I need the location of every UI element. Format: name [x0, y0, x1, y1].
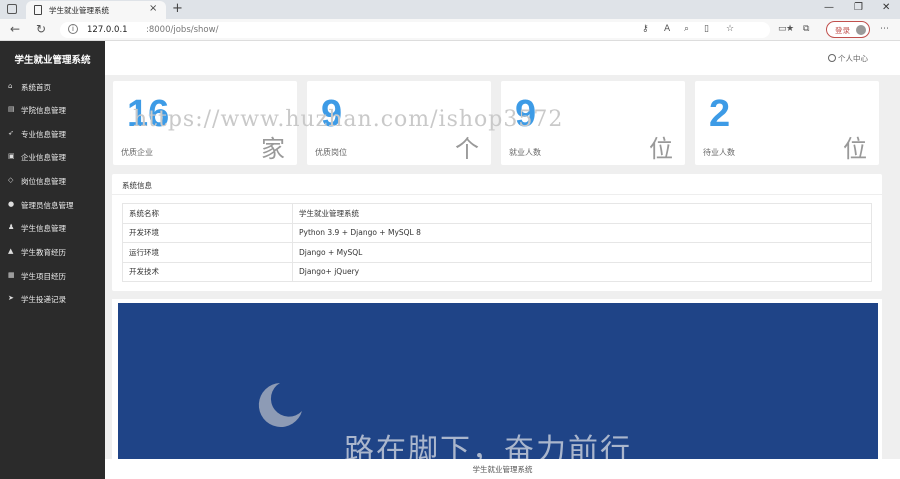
sidebar-item-student[interactable]: ♟ 学生信息管理 — [0, 217, 105, 239]
browser-tab-bar: 学生就业管理系统 × + — ❐ ✕ — [0, 0, 900, 19]
send-icon: ➤ — [8, 294, 14, 302]
divider — [112, 194, 882, 195]
read-aloud-icon[interactable]: A — [664, 24, 670, 34]
stat-label: 待业人数 — [703, 148, 735, 157]
user-icon: ● — [8, 200, 15, 208]
key-icon[interactable]: ⚷ — [642, 24, 649, 34]
banner-image: 路在脚下，奋力前行 — [118, 303, 878, 459]
stat-label: 优质岗位 — [315, 148, 347, 157]
top-header: 个人中心 — [105, 41, 900, 75]
watermark-text: https://www.huzhan.com/ishop3572 — [133, 107, 564, 132]
profile-avatar-icon — [856, 25, 866, 35]
footer-text: 学生就业管理系统 — [472, 465, 533, 474]
sidebar-item-company[interactable]: ▣ 企业信息管理 — [0, 146, 105, 168]
tab-close-icon[interactable]: × — [149, 3, 157, 14]
reader-icon[interactable]: ▯ — [704, 24, 709, 34]
system-info-panel: 系统信息 系统名称 学生就业管理系统 开发环境 Python 3.9 + Dja… — [112, 174, 882, 291]
maximize-icon[interactable]: ❐ — [854, 2, 863, 13]
banner-container: 路在脚下，奋力前行 — [112, 299, 882, 459]
sidebar-item-label: 学院信息管理 — [21, 106, 66, 115]
footer: 学生就业管理系统 — [105, 459, 900, 479]
site-info-icon[interactable]: i — [68, 24, 78, 34]
sidebar-item-label: 学生信息管理 — [21, 224, 66, 233]
user-center-link[interactable]: 个人中心 — [828, 53, 868, 64]
app-brand: 学生就业管理系统 — [14, 55, 91, 66]
sidebar-item-college[interactable]: ▤ 学院信息管理 — [0, 99, 105, 121]
stat-value: 2 — [709, 93, 731, 135]
table-cell-value: 学生就业管理系统 — [292, 203, 872, 224]
favorites-icon[interactable]: ★ — [786, 24, 794, 34]
minimize-icon[interactable]: — — [824, 2, 834, 13]
table-row: 系统名称 学生就业管理系统 — [122, 203, 872, 224]
stat-unit: 位 — [843, 135, 867, 163]
url-path: :8000/jobs/show/ — [146, 25, 219, 35]
table-cell-key: 开发环境 — [122, 222, 293, 243]
moon-icon — [258, 383, 302, 427]
table-cell-key: 开发技术 — [122, 261, 293, 282]
table-row: 运行环境 Django + MySQL — [122, 242, 872, 263]
table-cell-key: 运行环境 — [122, 242, 293, 263]
table-cell-value: Django + MySQL — [292, 242, 872, 263]
page-favicon-icon — [34, 5, 42, 15]
stat-unit: 个 — [455, 135, 479, 163]
sidebar-item-label: 系统首页 — [21, 83, 51, 92]
section-title: 系统信息 — [122, 181, 152, 190]
window-menu-icon[interactable] — [7, 4, 17, 14]
main-content: 个人中心 16 优质企业 家 9 优质岗位 个 9 就业人数 位 2 待业人数 … — [105, 41, 900, 479]
sidebar-item-label: 专业信息管理 — [21, 130, 66, 139]
sidebar-item-home[interactable]: ⌂ 系统首页 — [0, 76, 105, 98]
tab-title: 学生就业管理系统 — [49, 6, 109, 15]
diamond-icon: ◇ — [8, 176, 14, 184]
back-icon[interactable]: ← — [10, 22, 20, 36]
browser-tab[interactable]: 学生就业管理系统 × — [26, 1, 166, 19]
stat-unit: 家 — [261, 135, 285, 163]
sidebar-item-label: 学生投递记录 — [21, 295, 66, 304]
address-bar: ← ↻ i 127.0.0.1 :8000/jobs/show/ ⚷ A ⌕ ▯… — [0, 19, 900, 41]
table-cell-value: Python 3.9 + Django + MySQL 8 — [292, 222, 872, 243]
users-icon: ♟ — [8, 223, 15, 231]
url-host: 127.0.0.1 — [87, 25, 128, 35]
table-cell-value: Django+ jQuery — [292, 261, 872, 282]
refresh-icon[interactable]: ↻ — [36, 22, 46, 36]
card-icon: ▣ — [8, 152, 15, 160]
sidebar-item-position[interactable]: ◇ 岗位信息管理 — [0, 170, 105, 192]
sidebar-item-major[interactable]: ➶ 专业信息管理 — [0, 123, 105, 145]
table-cell-key: 系统名称 — [122, 203, 293, 224]
sidebar-item-project[interactable]: ▦ 学生项目经历 — [0, 265, 105, 287]
sidebar-item-label: 学生教育经历 — [21, 248, 66, 257]
sidebar-item-label: 管理员信息管理 — [21, 201, 74, 210]
login-label: 登录 — [835, 26, 850, 35]
new-tab-icon[interactable]: + — [172, 1, 183, 16]
sidebar-item-label: 岗位信息管理 — [21, 177, 66, 186]
home-icon: ⌂ — [8, 82, 13, 90]
zoom-icon[interactable]: ⌕ — [684, 24, 689, 34]
user-center-label: 个人中心 — [838, 54, 868, 63]
favorite-icon[interactable]: ☆ — [726, 24, 734, 34]
graduation-icon: ▲ — [8, 247, 14, 255]
book-icon: ▤ — [8, 105, 15, 113]
stat-label: 优质企业 — [121, 148, 153, 157]
login-button[interactable]: 登录 — [826, 21, 870, 38]
user-circle-icon — [828, 54, 836, 62]
stat-card-unemployed: 2 待业人数 位 — [695, 81, 879, 165]
sidebar-item-label: 企业信息管理 — [21, 153, 66, 162]
sidebar-item-label: 学生项目经历 — [21, 272, 66, 281]
rocket-icon: ➶ — [8, 129, 14, 137]
sidebar-item-education[interactable]: ▲ 学生教育经历 — [0, 241, 105, 263]
collections-icon[interactable]: ⧉ — [803, 24, 809, 34]
sidebar: 学生就业管理系统 ⌂ 系统首页 ▤ 学院信息管理 ➶ 专业信息管理 ▣ 企业信息… — [0, 41, 105, 479]
banner-slogan: 路在脚下，奋力前行 — [344, 433, 632, 459]
stat-unit: 位 — [649, 135, 673, 163]
table-row: 开发环境 Python 3.9 + Django + MySQL 8 — [122, 222, 872, 243]
more-icon[interactable]: ⋯ — [880, 24, 889, 34]
table-row: 开发技术 Django+ jQuery — [122, 261, 872, 282]
keyboard-icon: ▦ — [8, 271, 15, 279]
sidebar-item-delivery[interactable]: ➤ 学生投递记录 — [0, 288, 105, 310]
stat-label: 就业人数 — [509, 148, 541, 157]
window-close-icon[interactable]: ✕ — [882, 2, 890, 13]
url-input[interactable]: i 127.0.0.1 :8000/jobs/show/ ⚷ A ⌕ ▯ ☆ — [60, 22, 770, 38]
sidebar-item-admin[interactable]: ● 管理员信息管理 — [0, 194, 105, 216]
system-info-table: 系统名称 学生就业管理系统 开发环境 Python 3.9 + Django +… — [122, 203, 872, 282]
